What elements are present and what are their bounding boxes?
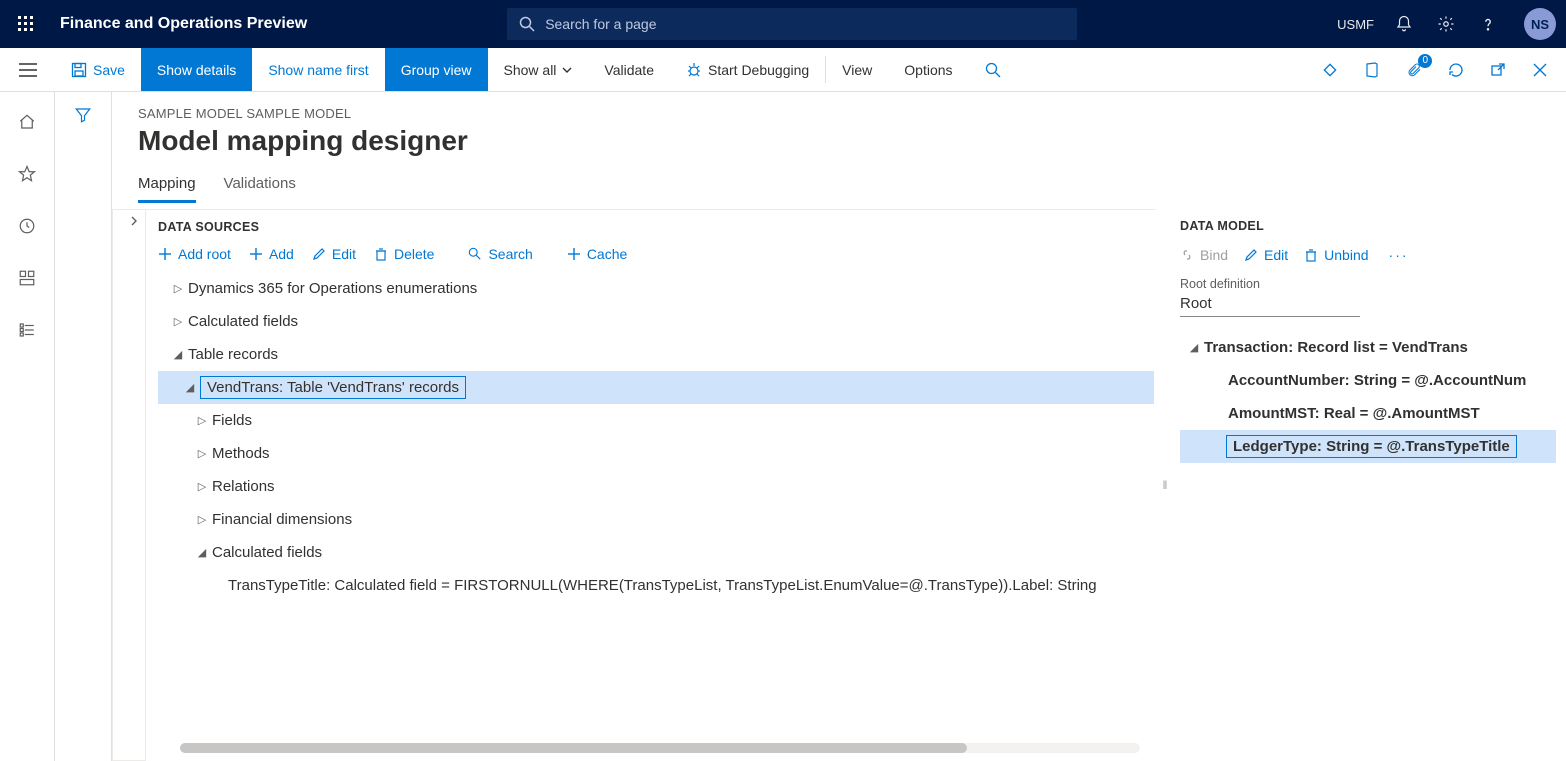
filter-icon[interactable] <box>74 106 92 761</box>
close-icon[interactable] <box>1526 56 1554 84</box>
body: SAMPLE MODEL SAMPLE MODEL Model mapping … <box>0 92 1566 761</box>
trash-icon <box>1304 248 1318 262</box>
app-title: Finance and Operations Preview <box>60 15 307 33</box>
show-all-button[interactable]: Show all <box>488 48 589 91</box>
datamodel-tree: ◢Transaction: Record list = VendTrans Ac… <box>1180 331 1556 463</box>
link-icon <box>1180 248 1194 262</box>
help-icon[interactable] <box>1476 12 1500 36</box>
tree-node[interactable]: ▷Relations <box>158 470 1154 503</box>
datamodel-pane: DATA MODEL Bind Edit Unbind ··· Root def… <box>1174 209 1566 761</box>
options-button[interactable]: Options <box>888 48 968 91</box>
view-button[interactable]: View <box>826 48 888 91</box>
horizontal-scrollbar[interactable] <box>180 743 1140 753</box>
plus-icon <box>158 247 172 261</box>
start-debugging-button[interactable]: Start Debugging <box>670 48 825 91</box>
datasources-tree: ▷Dynamics 365 for Operations enumeration… <box>158 272 1154 602</box>
chevron-right-icon <box>129 216 139 226</box>
page-title: Model mapping designer <box>138 125 1540 157</box>
more-icon[interactable]: ··· <box>1385 247 1413 263</box>
datasources-pane: DATA SOURCES Add root Add Edit Delete Se… <box>112 209 1156 761</box>
show-details-button[interactable]: Show details <box>141 48 252 91</box>
gear-icon[interactable] <box>1434 12 1458 36</box>
search-button[interactable]: Search <box>468 246 532 262</box>
splitter[interactable]: ‖ <box>1156 209 1174 761</box>
dm-node-selected[interactable]: LedgerType: String = @.TransTypeTitle <box>1180 430 1556 463</box>
global-search[interactable] <box>507 8 1077 40</box>
bind-button[interactable]: Bind <box>1180 247 1228 263</box>
bug-icon <box>686 62 702 78</box>
trash-icon <box>374 247 388 261</box>
cache-button[interactable]: Cache <box>567 246 627 262</box>
dm-node[interactable]: AccountNumber: String = @.AccountNum <box>1180 364 1556 397</box>
toolbar: Save Show details Show name first Group … <box>0 48 1566 92</box>
root-definition-value[interactable]: Root <box>1180 295 1360 317</box>
pencil-icon <box>312 247 326 261</box>
add-root-button[interactable]: Add root <box>158 246 231 262</box>
tab-validations[interactable]: Validations <box>224 175 296 203</box>
diamond-icon[interactable] <box>1316 56 1344 84</box>
datasources-title: DATA SOURCES <box>158 220 1154 234</box>
left-rail <box>0 92 55 761</box>
collapse-strip[interactable] <box>112 210 146 761</box>
avatar[interactable]: NS <box>1524 8 1556 40</box>
datamodel-title: DATA MODEL <box>1180 219 1556 233</box>
favorites-icon[interactable] <box>15 162 39 186</box>
modules-icon[interactable] <box>15 318 39 342</box>
search-icon <box>985 62 1001 78</box>
tree-node-selected[interactable]: ◢VendTrans: Table 'VendTrans' records <box>158 371 1154 404</box>
attach-icon[interactable]: 0 <box>1400 56 1428 84</box>
recent-icon[interactable] <box>15 214 39 238</box>
bell-icon[interactable] <box>1392 12 1416 36</box>
avatar-initials: NS <box>1531 17 1549 32</box>
home-icon[interactable] <box>15 110 39 134</box>
tree-node[interactable]: ▷Fields <box>158 404 1154 437</box>
save-icon <box>71 62 87 78</box>
tab-mapping[interactable]: Mapping <box>138 175 196 203</box>
company-label[interactable]: USMF <box>1337 17 1374 32</box>
pencil-icon <box>1244 248 1258 262</box>
tree-node[interactable]: ◢Table records <box>158 338 1154 371</box>
chevron-down-icon <box>562 67 572 73</box>
unbind-button[interactable]: Unbind <box>1304 247 1368 263</box>
filter-column <box>55 92 112 761</box>
dm-node[interactable]: AmountMST: Real = @.AmountMST <box>1180 397 1556 430</box>
hamburger-icon[interactable] <box>0 48 55 91</box>
root-definition-label: Root definition <box>1180 277 1556 291</box>
validate-button[interactable]: Validate <box>588 48 670 91</box>
plus-icon <box>567 247 581 261</box>
office-icon[interactable] <box>1358 56 1386 84</box>
search-icon <box>468 247 482 261</box>
topbar: Finance and Operations Preview USMF NS <box>0 0 1566 48</box>
search-input[interactable] <box>545 16 1065 32</box>
edit-button[interactable]: Edit <box>312 246 356 262</box>
breadcrumb: SAMPLE MODEL SAMPLE MODEL <box>138 106 1540 121</box>
dm-edit-button[interactable]: Edit <box>1244 247 1288 263</box>
main-content: SAMPLE MODEL SAMPLE MODEL Model mapping … <box>112 92 1566 761</box>
tree-node[interactable]: ▷Dynamics 365 for Operations enumeration… <box>158 272 1154 305</box>
tree-node[interactable]: ◢Calculated fields <box>158 536 1154 569</box>
toolbar-search-button[interactable] <box>969 48 1017 91</box>
tree-node[interactable]: ▷Methods <box>158 437 1154 470</box>
plus-icon <box>249 247 263 261</box>
refresh-icon[interactable] <box>1442 56 1470 84</box>
popout-icon[interactable] <box>1484 56 1512 84</box>
workspaces-icon[interactable] <box>15 266 39 290</box>
search-icon <box>519 16 535 32</box>
tree-node[interactable]: ▷Financial dimensions <box>158 503 1154 536</box>
dm-node[interactable]: ◢Transaction: Record list = VendTrans <box>1180 331 1556 364</box>
show-name-first-button[interactable]: Show name first <box>252 48 384 91</box>
group-view-button[interactable]: Group view <box>385 48 488 91</box>
attach-badge: 0 <box>1418 54 1432 68</box>
tree-node[interactable]: TransTypeTitle: Calculated field = FIRST… <box>158 569 1154 602</box>
add-button[interactable]: Add <box>249 246 294 262</box>
delete-button[interactable]: Delete <box>374 246 434 262</box>
tree-node[interactable]: ▷Calculated fields <box>158 305 1154 338</box>
app-launcher-icon[interactable] <box>10 8 42 40</box>
save-button[interactable]: Save <box>55 48 141 91</box>
